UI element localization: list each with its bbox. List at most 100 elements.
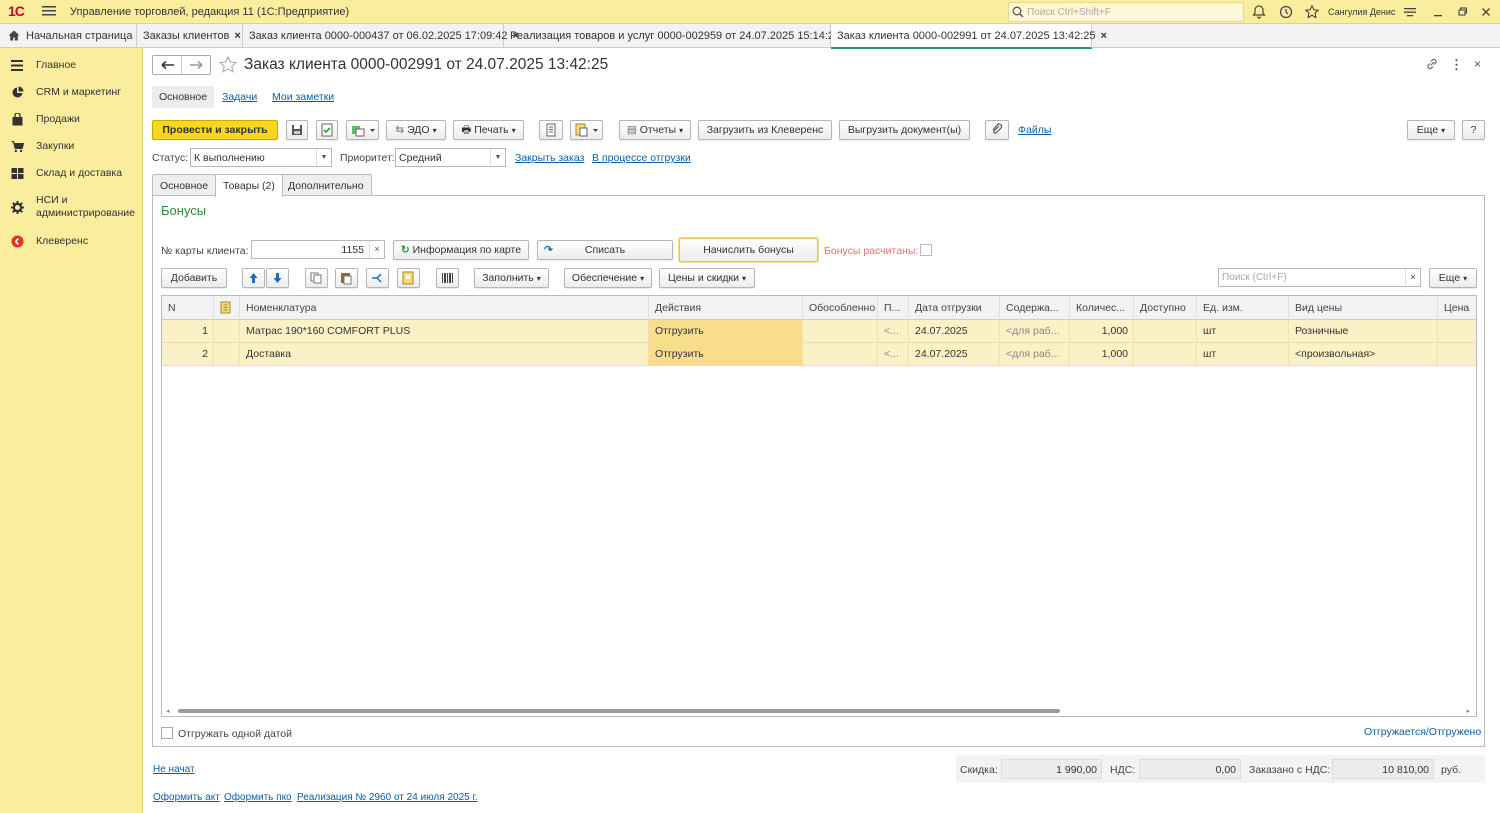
move-down-icon[interactable]	[266, 268, 289, 288]
close-tab-icon[interactable]: ×	[1100, 30, 1106, 42]
tab-order-2991[interactable]: Заказ клиента 0000-002991 от 24.07.2025 …	[831, 24, 1107, 49]
fill-button[interactable]: Заполнить ▾	[474, 268, 549, 288]
tab-sales-2959[interactable]: Реализация товаров и услуг 0000-002959 о…	[504, 24, 852, 48]
favorite-star-icon[interactable]	[218, 55, 238, 75]
bonuses-calculated-checkbox[interactable]	[920, 244, 932, 256]
barcode-icon[interactable]	[436, 268, 459, 288]
hamburger-menu-icon[interactable]	[42, 5, 56, 17]
column-header-ship-date[interactable]: Дата отгрузки	[909, 296, 1000, 320]
post-and-close-button[interactable]: Провести и закрыть	[152, 120, 278, 140]
column-header-icon[interactable]	[214, 296, 240, 320]
paste-icon[interactable]	[335, 268, 358, 288]
cell-action[interactable]: Отгрузить	[649, 343, 803, 366]
cell-price[interactable]	[1438, 343, 1476, 366]
post-document-icon[interactable]	[316, 120, 338, 140]
scrollbar-thumb[interactable]	[178, 709, 1060, 713]
sidebar-item-warehouse[interactable]: Склад и доставка	[0, 160, 143, 186]
cell-unit[interactable]: шт	[1197, 343, 1289, 366]
close-tab-icon[interactable]: ×	[234, 30, 240, 42]
related-documents-button[interactable]	[570, 120, 603, 140]
cell-unit[interactable]: шт	[1197, 320, 1289, 343]
cell-content[interactable]: <для раб...	[1000, 320, 1070, 343]
current-user[interactable]: Сангулия Денис	[1328, 7, 1395, 17]
tab-goods[interactable]: Товары (2)	[215, 174, 283, 197]
cell-content[interactable]: <для раб...	[1000, 343, 1070, 366]
favorites-star-icon[interactable]	[1304, 4, 1320, 20]
export-documents-button[interactable]: Выгрузить документ(ы)	[839, 120, 970, 140]
clear-search-icon[interactable]: ×	[1405, 269, 1420, 286]
more-vertical-icon[interactable]: ⋮	[1450, 57, 1463, 73]
column-header-nomenclature[interactable]: Номенклатура	[240, 296, 649, 320]
column-header-actions[interactable]: Действия	[649, 296, 803, 320]
form-tab-tasks[interactable]: Задачи	[215, 86, 264, 108]
cell-nomenclature[interactable]: Матрас 190*160 COMFORT PLUS	[240, 320, 649, 343]
more-button[interactable]: Еще ▾	[1407, 120, 1455, 140]
column-header-separate[interactable]: Обособленно	[803, 296, 878, 320]
scroll-right-icon[interactable]: ▸	[1466, 707, 1470, 715]
bell-icon[interactable]	[1251, 4, 1267, 20]
status-select[interactable]: К выполнению ▼	[190, 148, 332, 167]
column-header-content[interactable]: Содержа...	[1000, 296, 1070, 320]
split-row-icon[interactable]	[366, 268, 389, 288]
cell-p[interactable]: <...	[878, 343, 909, 366]
back-arrow-icon[interactable]	[153, 56, 182, 74]
files-link[interactable]: Файлы	[1018, 124, 1051, 136]
settings-menu-icon[interactable]	[1402, 4, 1418, 20]
write-off-button[interactable]: ↷ Списать	[537, 240, 673, 260]
table-row[interactable]: 1 Матрас 190*160 COMFORT PLUS Отгрузить …	[162, 320, 1476, 343]
ship-one-date-checkbox[interactable]	[161, 727, 173, 739]
sidebar-item-admin[interactable]: НСИ и администрирование	[0, 191, 143, 223]
tab-order-437[interactable]: Заказ клиента 0000-000437 от 06.02.2025 …	[243, 24, 519, 48]
column-header-available[interactable]: Доступно	[1134, 296, 1197, 320]
sidebar-item-crm[interactable]: CRM и маркетинг	[0, 79, 143, 105]
add-row-button[interactable]: Добавить	[161, 268, 227, 288]
provision-button[interactable]: Обеспечение ▾	[564, 268, 652, 288]
cell-ship-date[interactable]: 24.07.2025	[909, 320, 1000, 343]
cell-price-type[interactable]: Розничные	[1289, 320, 1438, 343]
sidebar-item-sales[interactable]: Продажи	[0, 106, 143, 132]
column-header-p[interactable]: П...	[878, 296, 909, 320]
form-tab-notes[interactable]: Мои заметки	[265, 86, 341, 108]
cell-price[interactable]	[1438, 320, 1476, 343]
forward-arrow-icon[interactable]	[182, 56, 211, 74]
history-icon[interactable]	[1278, 4, 1294, 20]
select-goods-icon[interactable]	[397, 268, 420, 288]
help-button[interactable]: ?	[1462, 120, 1485, 140]
sidebar-item-cleverence[interactable]: Клеверенс	[0, 228, 143, 254]
restore-icon[interactable]	[1455, 4, 1471, 20]
close-form-icon[interactable]: ×	[1474, 57, 1481, 71]
reports-button[interactable]: ▤ Отчеты ▾	[619, 120, 691, 140]
column-header-quantity[interactable]: Количес...	[1070, 296, 1134, 320]
global-search-input[interactable]: Поиск Ctrl+Shift+F	[1008, 2, 1244, 22]
cell-quantity[interactable]: 1,000	[1070, 343, 1134, 366]
priority-select[interactable]: Средний ▼	[395, 148, 506, 167]
tab-main[interactable]: Основное	[152, 174, 217, 196]
cell-quantity[interactable]: 1,000	[1070, 320, 1134, 343]
cell-action[interactable]: Отгрузить	[649, 320, 803, 343]
cell-p[interactable]: <...	[878, 320, 909, 343]
edo-button[interactable]: ⇆ ЭДО ▾	[386, 120, 446, 140]
not-started-link[interactable]: Не начат	[153, 764, 195, 775]
horizontal-scrollbar[interactable]: ◂ ▸	[166, 707, 1472, 715]
paperclip-icon[interactable]	[985, 120, 1009, 140]
card-info-button[interactable]: ↻ Информация по карте	[393, 240, 529, 260]
cell-separate[interactable]	[803, 343, 878, 366]
create-pko-link[interactable]: Оформить пко	[224, 792, 292, 803]
close-order-link[interactable]: Закрыть заказ	[515, 152, 584, 164]
form-tab-main[interactable]: Основное	[152, 86, 215, 108]
save-button[interactable]	[286, 120, 308, 140]
tab-home[interactable]: Начальная страница	[0, 24, 137, 48]
print-button[interactable]: 🖶 Печать ▾	[453, 120, 524, 140]
column-header-unit[interactable]: Ед. изм.	[1197, 296, 1289, 320]
close-window-icon[interactable]	[1478, 4, 1494, 20]
shipped-link[interactable]: Отгружается/Отгружено	[1364, 726, 1481, 738]
table-search-input[interactable]: Поиск (Ctrl+F) ×	[1218, 268, 1421, 287]
create-based-on-button[interactable]	[346, 120, 379, 140]
card-number-input[interactable]: 1155 ×	[251, 240, 385, 259]
create-act-link[interactable]: Оформить акт	[153, 792, 220, 803]
cell-price-type[interactable]: <произвольная>	[1289, 343, 1438, 366]
table-more-button[interactable]: Еще ▾	[1429, 268, 1477, 288]
sales-document-link[interactable]: Реализация № 2960 от 24 июля 2025 г.	[297, 792, 478, 803]
tab-client-orders[interactable]: Заказы клиентов ×	[137, 24, 243, 48]
sidebar-item-main[interactable]: Главное	[0, 52, 143, 78]
